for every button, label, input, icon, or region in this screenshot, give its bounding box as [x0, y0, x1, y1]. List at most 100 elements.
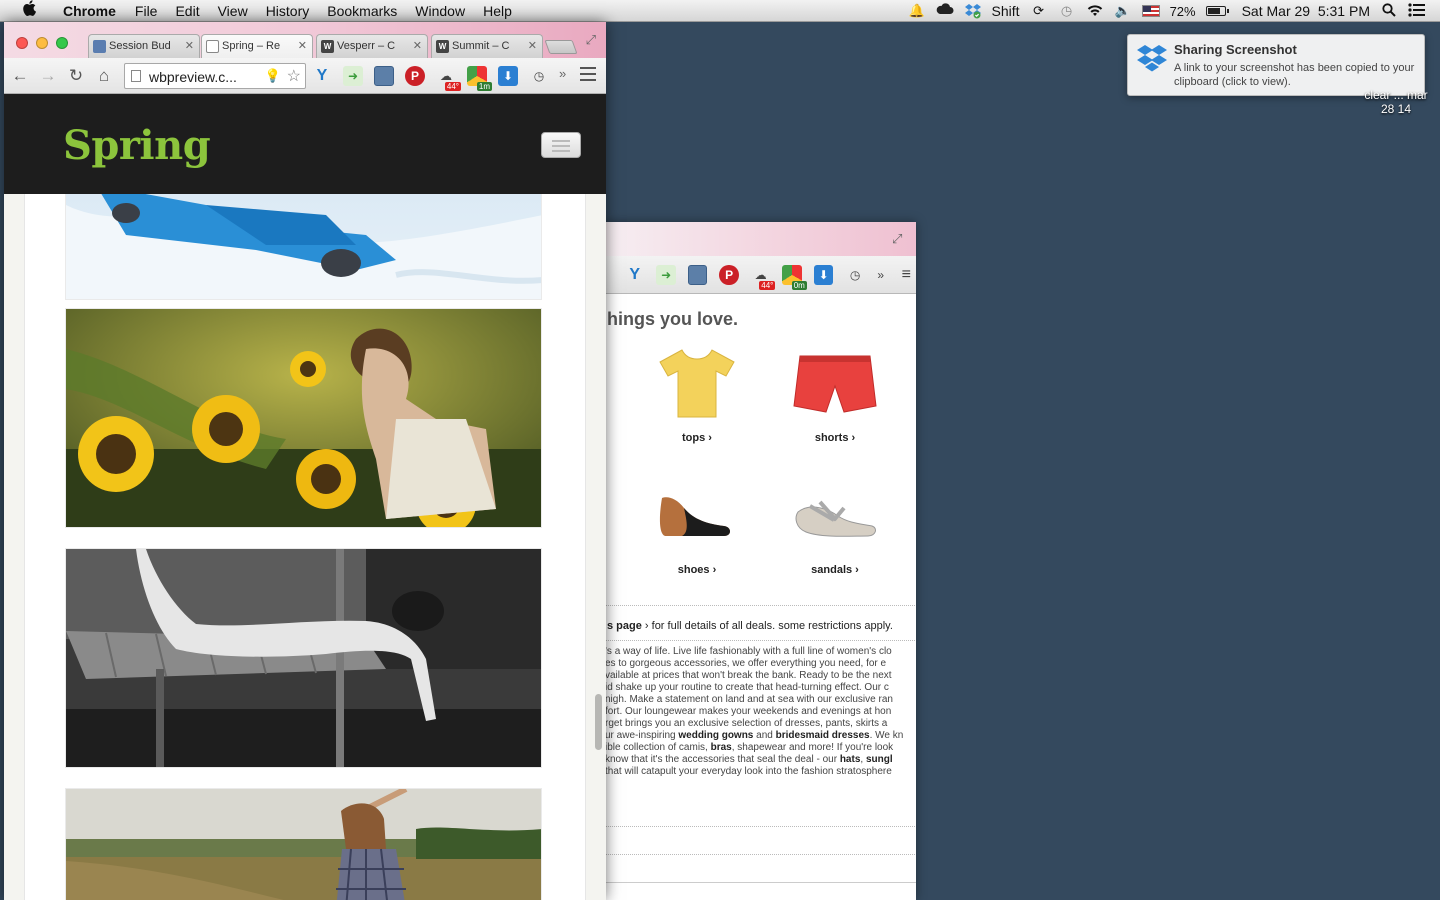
page-scrollbar[interactable]: [595, 694, 602, 750]
product-tops[interactable]: tops ›: [637, 344, 757, 444]
tab-close-icon[interactable]: ✕: [298, 39, 307, 52]
product-sandals[interactable]: sandals ›: [775, 476, 895, 576]
address-bar[interactable]: wbpreview.c... 💡 ☆: [124, 63, 306, 89]
menu-toggle-button[interactable]: [541, 132, 581, 158]
clock-datetime[interactable]: Sat Mar 29 5:31 PM: [1242, 3, 1370, 19]
tab-session-buddy[interactable]: Session Bud ✕: [88, 34, 200, 58]
pinterest-extension-icon[interactable]: P: [405, 66, 425, 86]
fullscreen-icon[interactable]: ⤢: [586, 32, 596, 48]
menu-file[interactable]: File: [126, 3, 167, 19]
weather-extension-icon[interactable]: ☁ 44°: [751, 265, 776, 290]
wifi-icon[interactable]: [1086, 3, 1104, 19]
notification-title: Sharing Screenshot: [1174, 42, 1297, 57]
dropbox-icon[interactable]: [964, 3, 982, 19]
menu-view[interactable]: View: [209, 3, 257, 19]
forward-arrow-extension-icon[interactable]: ➜: [343, 66, 363, 86]
back-button[interactable]: ←: [10, 66, 30, 86]
site-logo[interactable]: Spring: [63, 122, 211, 169]
tab-title: Session Bud: [109, 40, 171, 52]
close-window-button[interactable]: [16, 37, 28, 49]
menu-history[interactable]: History: [257, 3, 319, 19]
product-shoes[interactable]: shoes ›: [637, 476, 757, 576]
fullscreen-icon[interactable]: ⤢: [892, 231, 906, 246]
desktop-label-line-1: clear ... mar: [1364, 88, 1428, 102]
description-line: that will catapult your everyday look in…: [605, 766, 892, 777]
forward-arrow-extension-icon[interactable]: ➜: [656, 264, 676, 285]
product-label-shoes[interactable]: shoes ›: [637, 564, 757, 576]
tab-close-icon[interactable]: ✕: [185, 39, 194, 52]
menu-edit[interactable]: Edit: [166, 3, 208, 19]
description-link[interactable]: hats: [840, 754, 861, 765]
back-window-titlebar[interactable]: ⤢: [605, 222, 916, 256]
address-url: wbpreview.c...: [149, 69, 237, 85]
product-shorts[interactable]: shorts ›: [775, 344, 895, 444]
tab-close-icon[interactable]: ✕: [528, 39, 537, 52]
yoono-extension-icon[interactable]: Y: [312, 66, 332, 86]
page-viewport[interactable]: Spring: [4, 94, 606, 900]
us-flag-input-icon[interactable]: [1141, 5, 1160, 17]
history-clock-extension-icon[interactable]: ◷: [529, 66, 549, 86]
download-extension-icon[interactable]: ⬇: [813, 264, 834, 285]
timer-extension-icon[interactable]: 1m: [467, 66, 492, 91]
zoom-window-button[interactable]: [56, 37, 68, 49]
session-buddy-extension-icon[interactable]: [374, 66, 394, 86]
history-clock-extension-icon[interactable]: ◷: [845, 265, 864, 285]
weather-extension-icon[interactable]: ☁ 44°: [436, 66, 461, 91]
tab-summit[interactable]: W Summit – C ✕: [431, 34, 543, 58]
product-label-tops[interactable]: tops ›: [637, 432, 757, 444]
description-link[interactable]: wedding gowns: [678, 730, 753, 741]
description-link[interactable]: bridesmaid dresses: [776, 730, 870, 741]
menu-help[interactable]: Help: [474, 3, 521, 19]
product-label-shorts[interactable]: shorts ›: [775, 432, 895, 444]
product-label-sandals[interactable]: sandals ›: [775, 564, 895, 576]
notification-center-icon[interactable]: [1408, 3, 1426, 19]
tab-close-icon[interactable]: ✕: [413, 39, 422, 52]
cloud-icon[interactable]: [936, 3, 954, 19]
session-buddy-extension-icon[interactable]: [687, 264, 708, 285]
tab-vesperr[interactable]: W Vesperr – C ✕: [316, 34, 428, 58]
new-tab-button[interactable]: [544, 40, 578, 54]
sync-icon[interactable]: ⟳: [1030, 3, 1048, 19]
sunflower-photo[interactable]: [65, 308, 542, 528]
field-photo[interactable]: [65, 788, 542, 900]
status-user-name[interactable]: Shift: [992, 3, 1020, 19]
battery-icon[interactable]: [1205, 6, 1229, 16]
description-line: es to gorgeous accessories, we offer eve…: [605, 658, 887, 669]
background-browser-window[interactable]: ⤢ Y ➜ P ☁ 44° 0m ⬇ ◷ » ≡ hings you love. …: [604, 222, 916, 900]
chrome-menu-icon[interactable]: [580, 67, 596, 81]
tab-spring[interactable]: Spring – Re ✕: [201, 34, 313, 58]
yoono-extension-icon[interactable]: Y: [625, 265, 644, 285]
spotlight-search-icon[interactable]: [1380, 3, 1398, 19]
menu-app-name[interactable]: Chrome: [54, 3, 126, 19]
timer-extension-icon[interactable]: 0m: [782, 264, 807, 290]
menu-window[interactable]: Window: [406, 3, 474, 19]
apple-menu-icon[interactable]: [18, 0, 40, 21]
reload-button[interactable]: ↻: [66, 66, 86, 86]
dock-photo[interactable]: [65, 548, 542, 768]
home-button[interactable]: ⌂: [94, 66, 114, 86]
forward-button[interactable]: →: [38, 66, 58, 86]
minimize-window-button[interactable]: [36, 37, 48, 49]
deal-link[interactable]: s page: [607, 620, 642, 632]
description-line: ur awe-inspiring wedding gowns and bride…: [605, 730, 904, 741]
volume-icon[interactable]: 🔈: [1114, 3, 1132, 19]
menu-bookmarks[interactable]: Bookmarks: [318, 3, 406, 19]
chrome-browser-window[interactable]: Session Bud ✕ Spring – Re ✕ W Vesperr – …: [4, 22, 606, 900]
extensions-overflow-icon[interactable]: »: [877, 265, 885, 285]
notification-bell-icon[interactable]: 🔔: [908, 3, 926, 19]
menu-toggle-bar: [552, 145, 570, 147]
download-extension-icon[interactable]: ⬇: [498, 66, 518, 86]
desktop-file-label[interactable]: clear ... mar 28 14: [1354, 88, 1438, 116]
sharing-screenshot-notification[interactable]: Sharing Screenshot A link to your screen…: [1127, 34, 1425, 96]
bookmark-star-icon[interactable]: ☆: [287, 66, 301, 86]
time-machine-icon[interactable]: ◷: [1058, 3, 1076, 19]
pinterest-extension-icon[interactable]: P: [719, 264, 739, 285]
lightbulb-icon[interactable]: 💡: [265, 68, 281, 84]
back-window-toolbar: Y ➜ P ☁ 44° 0m ⬇ ◷ » ≡: [605, 256, 916, 294]
description-link[interactable]: sungl: [866, 754, 893, 765]
chrome-menu-icon[interactable]: ≡: [897, 265, 916, 285]
sunflower: [78, 416, 154, 492]
menu-toggle-bar: [552, 150, 570, 152]
extensions-overflow-icon[interactable]: »: [559, 66, 566, 81]
description-link[interactable]: bras: [711, 742, 732, 753]
